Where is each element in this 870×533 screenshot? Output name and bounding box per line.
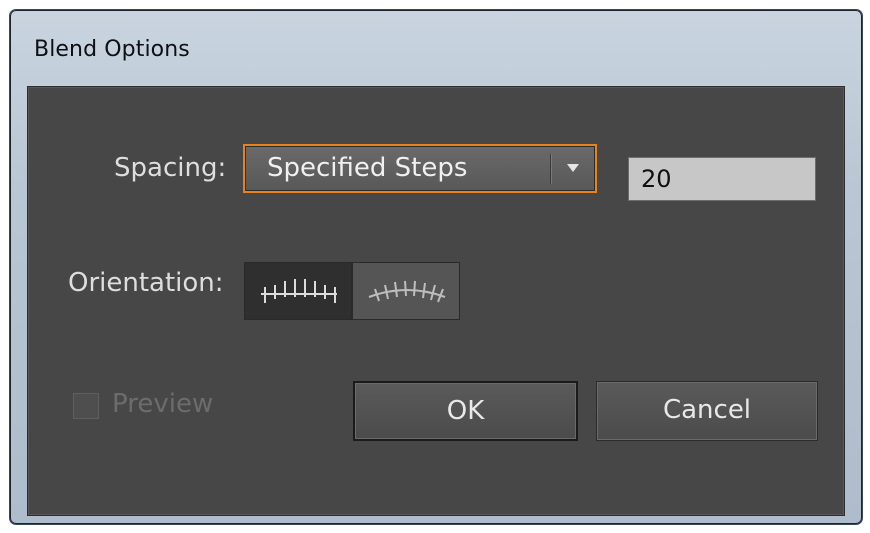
cancel-button[interactable]: Cancel <box>596 381 818 441</box>
align-to-page-icon <box>261 279 337 303</box>
align-to-path-icon <box>368 280 446 303</box>
preview-label: Preview <box>112 389 214 419</box>
orientation-label: Orientation: <box>68 268 224 298</box>
preview-checkbox[interactable] <box>73 393 99 419</box>
align-to-page-button[interactable] <box>244 262 352 320</box>
dialog-title: Blend Options <box>34 37 190 62</box>
align-to-path-button[interactable] <box>352 262 460 320</box>
title-bar[interactable]: Blend Options <box>10 10 862 86</box>
ok-button[interactable]: OK <box>353 381 578 441</box>
dropdown-divider <box>550 154 551 184</box>
steps-input[interactable]: 20 <box>628 157 816 201</box>
spacing-selected-value: Specified Steps <box>267 153 468 183</box>
spacing-label: Spacing: <box>114 153 227 183</box>
blend-options-dialog: Blend Options Spacing: Specified Steps 2… <box>9 9 863 525</box>
chevron-down-icon[interactable] <box>563 158 583 178</box>
spacing-dropdown[interactable]: Specified Steps <box>243 144 597 193</box>
dialog-body: Spacing: Specified Steps 20 Orientation: <box>27 86 845 516</box>
